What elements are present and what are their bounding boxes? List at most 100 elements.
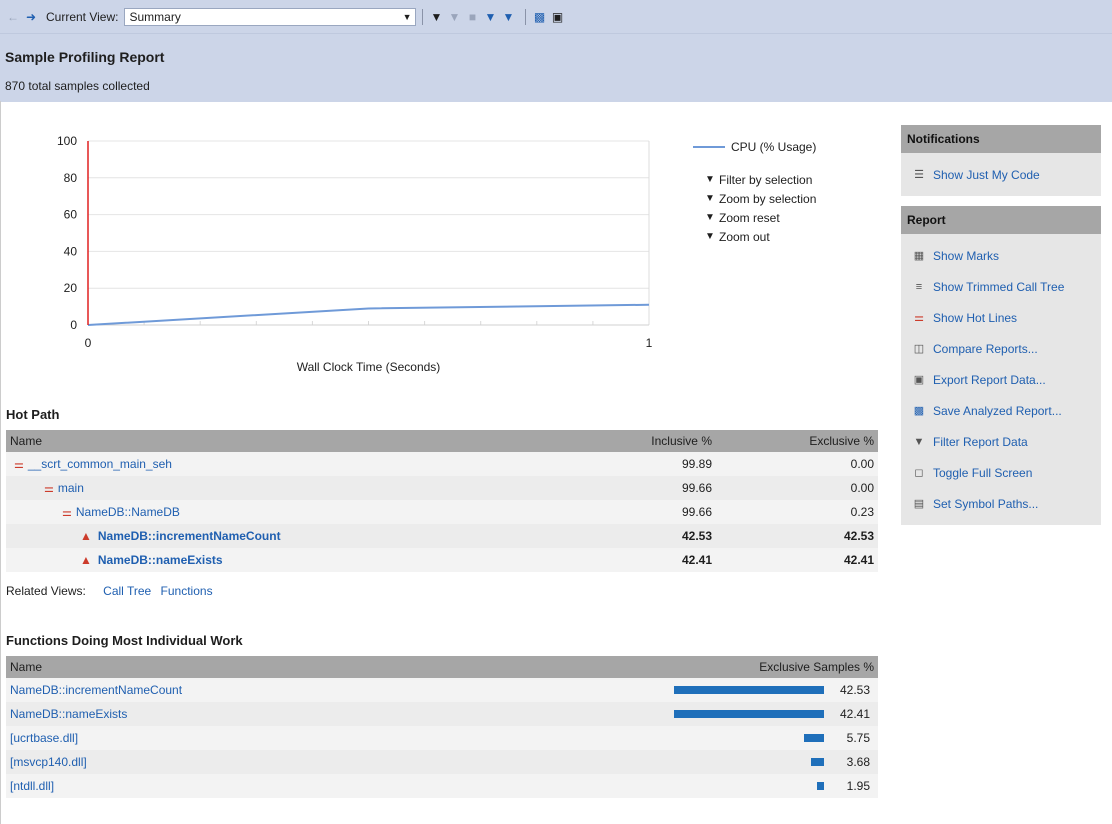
column-header-name[interactable]: Name [6, 656, 674, 678]
function-link[interactable]: NameDB::nameExists [98, 553, 223, 567]
clear-filter-icon[interactable]: ▼ [447, 9, 461, 25]
function-link[interactable]: NameDB::incrementNameCount [98, 529, 281, 543]
show-trimmed-call-tree-link[interactable]: ≡ Show Trimmed Call Tree [911, 271, 1101, 302]
column-header-name[interactable]: Name [6, 430, 602, 452]
filter-report-data-link[interactable]: ▼ Filter Report Data [911, 426, 1101, 457]
exclusive-cell: 42.53 [843, 529, 874, 543]
current-view-value: Summary [129, 9, 181, 24]
function-name-cell: [ucrtbase.dll] [6, 726, 660, 750]
function-link[interactable]: main [58, 481, 84, 495]
functions-table: Name Exclusive Samples % NameDB::increme… [6, 656, 878, 798]
back-arrow-icon[interactable]: ← [6, 9, 20, 25]
samples-bar [817, 782, 824, 790]
function-name-cell: NameDB::incrementNameCount [6, 678, 660, 702]
inclusive-cell: 99.66 [681, 481, 712, 495]
legend-series[interactable]: CPU (% Usage) [693, 137, 816, 156]
function-name-cell: ▲ NameDB::incrementNameCount [6, 524, 602, 548]
compare-reports-link[interactable]: ◫ Compare Reports... [911, 333, 1101, 364]
set-symbol-paths-link[interactable]: ▤ Set Symbol Paths... [911, 488, 1101, 519]
function-link[interactable]: NameDB::nameExists [10, 707, 127, 721]
function-link[interactable]: NameDB::NameDB [76, 505, 180, 519]
table-row[interactable]: [ucrtbase.dll] 5.75 [6, 726, 878, 750]
column-header-exclusive[interactable]: Exclusive % [714, 430, 878, 452]
call-tree-link[interactable]: Call Tree [103, 584, 151, 598]
table-row[interactable]: [ntdll.dll] 1.95 [6, 774, 878, 798]
zoom-reset-icon: ▼ [705, 212, 715, 223]
function-link[interactable]: __scrt_common_main_seh [28, 457, 172, 471]
filter-selection-icon[interactable]: ▼ [483, 9, 497, 25]
zoom-filter-icon[interactable]: ▼ [501, 9, 515, 25]
column-header-inclusive[interactable]: Inclusive % [602, 430, 714, 452]
compare-icon: ◫ [913, 343, 925, 355]
inclusive-cell: 42.53 [681, 529, 712, 543]
samples-cell: 3.68 [660, 750, 878, 774]
call-tree-icon: ≡ [915, 280, 923, 293]
exclusive-cell: 0.00 [850, 457, 874, 471]
samples-bar [804, 734, 824, 742]
toggle-full-screen-link[interactable]: ◻ Toggle Full Screen [911, 457, 1101, 488]
table-row[interactable]: [msvcp140.dll] 3.68 [6, 750, 878, 774]
flame-icon: ▲ [80, 553, 92, 567]
forward-arrow-icon[interactable]: ➜ [24, 9, 38, 25]
filter-by-selection-command[interactable]: ▼ Filter by selection [693, 170, 816, 189]
table-row[interactable]: ⚌ main 99.66 0.00 [6, 476, 878, 500]
table-row[interactable]: NameDB::nameExists 42.41 [6, 702, 878, 726]
link-label: Show Just My Code [933, 167, 1040, 182]
current-view-label: Current View: [46, 9, 119, 24]
show-just-my-code-link[interactable]: ☰ Show Just My Code [911, 159, 1101, 190]
legend-series-label: CPU (% Usage) [731, 139, 817, 154]
link-label: Set Symbol Paths... [933, 496, 1039, 511]
samples-value: 1.95 [846, 779, 870, 793]
functions-title: Functions Doing Most Individual Work [6, 633, 243, 648]
inclusive-cell: 42.41 [681, 553, 712, 567]
report-body-panel: ▦ Show Marks ≡ Show Trimmed Call Tree ⚌ … [901, 234, 1101, 525]
save-icon[interactable]: ▩ [532, 9, 546, 25]
hot-path-rows: ⚌ __scrt_common_main_seh 99.89 0.00 ⚌ main… [6, 452, 878, 572]
filter-selection-icon: ▼ [705, 174, 715, 185]
table-row[interactable]: NameDB::incrementNameCount 42.53 [6, 678, 878, 702]
function-name-cell: ⚌ main [6, 476, 602, 500]
hot-path-table: Name Inclusive % Exclusive % ⚌ __scrt_com… [6, 430, 878, 572]
inclusive-cell: 99.89 [681, 457, 712, 471]
zoom-out-command[interactable]: ▼ Zoom out [693, 227, 816, 246]
export-icon[interactable]: ▣ [550, 9, 564, 25]
export-icon: ▣ [913, 374, 925, 386]
function-name-cell: [msvcp140.dll] [6, 750, 660, 774]
stop-icon[interactable]: ■ [465, 9, 479, 25]
table-row[interactable]: ⚌ __scrt_common_main_seh 99.89 0.00 [6, 452, 878, 476]
exclusive-cell: 42.41 [843, 553, 874, 567]
function-link[interactable]: [msvcp140.dll] [10, 755, 87, 769]
functions-link[interactable]: Functions [161, 584, 213, 598]
column-header-exclusive-samples[interactable]: Exclusive Samples % [674, 656, 878, 678]
save-analyzed-report-link[interactable]: ▩ Save Analyzed Report... [911, 395, 1101, 426]
table-row[interactable]: ⚌ NameDB::NameDB 99.66 0.23 [6, 500, 878, 524]
samples-cell: 42.53 [660, 678, 878, 702]
zoom-by-selection-command[interactable]: ▼ Zoom by selection [693, 189, 816, 208]
function-link[interactable]: NameDB::incrementNameCount [10, 683, 182, 697]
table-row[interactable]: ▲ NameDB::incrementNameCount 42.53 42.53 [6, 524, 878, 548]
export-report-data-link[interactable]: ▣ Export Report Data... [911, 364, 1101, 395]
report-header-panel: Report [901, 206, 1101, 234]
chart-legend: CPU (% Usage) ▼ Filter by selection ▼ Zo… [693, 137, 816, 246]
zoom-reset-command[interactable]: ▼ Zoom reset [693, 208, 816, 227]
functions-rows: NameDB::incrementNameCount 42.53NameDB::n… [6, 678, 878, 798]
current-view-select[interactable]: Summary ▼ [124, 7, 417, 26]
show-hot-lines-link[interactable]: ⚌ Show Hot Lines [911, 302, 1101, 333]
filter-icon[interactable]: ▼ [429, 9, 443, 25]
samples-value: 5.75 [846, 731, 870, 745]
function-link[interactable]: [ntdll.dll] [10, 779, 54, 793]
save-icon: ▩ [913, 405, 925, 417]
command-label: Filter by selection [719, 172, 813, 187]
function-link[interactable]: [ucrtbase.dll] [10, 731, 78, 745]
function-name-cell: ▲ NameDB::nameExists [6, 548, 602, 572]
samples-value: 42.53 [839, 683, 870, 697]
notifications-body: ☰ Show Just My Code [901, 153, 1101, 196]
cpu-chart-svg[interactable]: 100 80 60 40 20 00 1 Wall Clock Time (Seconds) [1, 101, 681, 391]
table-row[interactable]: ▲ NameDB::nameExists 42.41 42.41 [6, 548, 878, 572]
table-header: Name Inclusive % Exclusive % [6, 430, 878, 452]
fullscreen-icon: ◻ [914, 467, 924, 479]
toolbar-separator [422, 8, 424, 25]
y-tick-label: 40 [64, 244, 78, 258]
show-marks-link[interactable]: ▦ Show Marks [911, 240, 1101, 271]
samples-bar [674, 686, 824, 694]
